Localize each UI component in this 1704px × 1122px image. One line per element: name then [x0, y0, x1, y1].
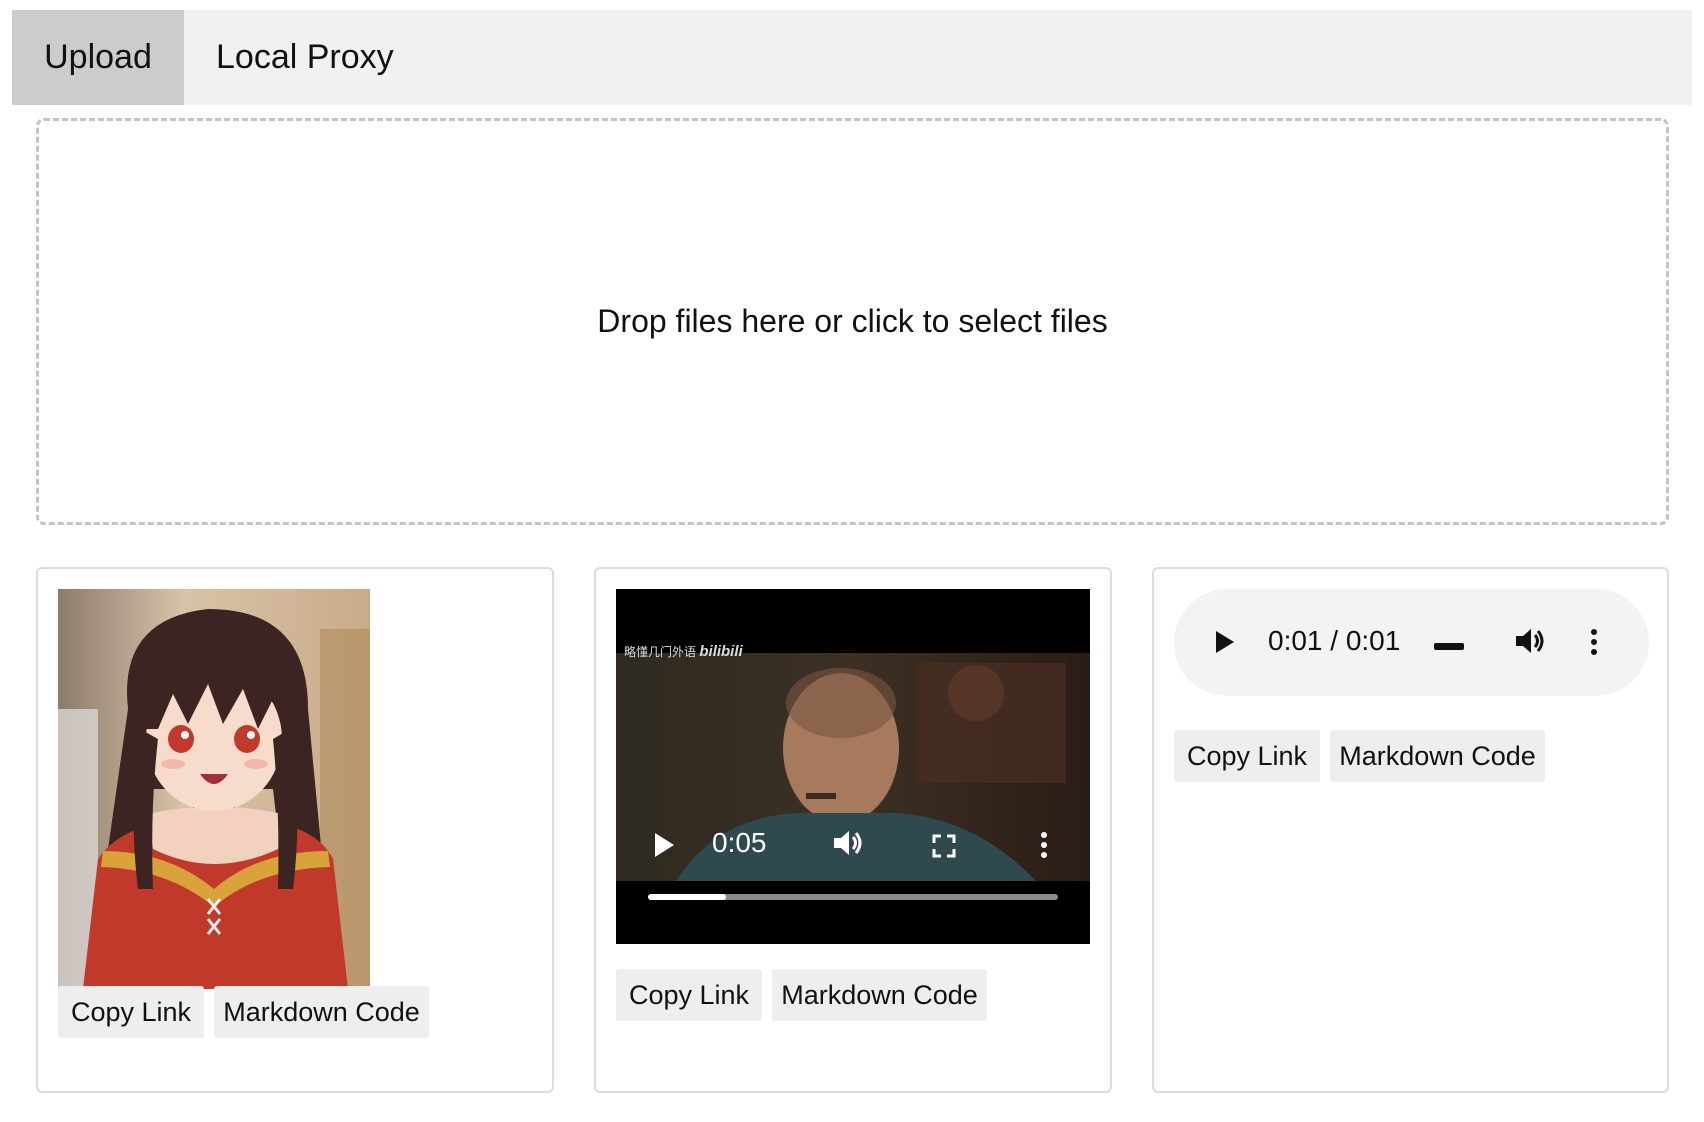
video-file-card: 略懂几门外语 bilibili 0:05 Copy Link Markdown … — [594, 567, 1112, 1093]
copy-link-button[interactable]: Copy Link — [1174, 730, 1320, 782]
copy-link-button[interactable]: Copy Link — [58, 986, 204, 1038]
file-dropzone[interactable]: Drop files here or click to select files — [36, 118, 1669, 525]
video-progress-bar[interactable] — [648, 894, 1058, 900]
audio-player[interactable]: 0:01 / 0:01 — [1174, 589, 1649, 696]
tab-local-proxy[interactable]: Local Proxy — [184, 10, 414, 105]
play-icon[interactable] — [1214, 629, 1236, 660]
play-icon[interactable] — [652, 831, 676, 866]
minus-icon[interactable] — [1434, 638, 1464, 656]
video-progress-fill — [648, 894, 726, 900]
markdown-code-button[interactable]: Markdown Code — [772, 969, 987, 1021]
markdown-code-button[interactable]: Markdown Code — [1330, 730, 1545, 782]
dropzone-text: Drop files here or click to select files — [597, 303, 1108, 339]
video-player[interactable]: 略懂几门外语 bilibili 0:05 — [616, 589, 1090, 944]
video-time: 0:05 — [712, 827, 767, 858]
tab-bar: Upload Local Proxy — [12, 10, 1692, 105]
anime-girl-image — [58, 589, 370, 989]
image-file-card: Copy Link Markdown Code — [36, 567, 554, 1093]
copy-link-button[interactable]: Copy Link — [616, 969, 762, 1021]
video-watermark: 略懂几门外语 bilibili — [624, 643, 743, 660]
volume-icon[interactable] — [1514, 626, 1548, 661]
volume-icon[interactable] — [832, 828, 866, 865]
more-vert-icon[interactable] — [1040, 831, 1048, 866]
markdown-code-button[interactable]: Markdown Code — [214, 986, 429, 1038]
fullscreen-icon[interactable] — [932, 833, 956, 865]
more-vert-icon[interactable] — [1590, 628, 1598, 661]
audio-time: 0:01 / 0:01 — [1268, 625, 1401, 656]
audio-file-card: 0:01 / 0:01 Copy Link Markdown Code — [1152, 567, 1669, 1093]
tab-upload[interactable]: Upload — [12, 10, 184, 105]
image-preview[interactable] — [58, 589, 370, 989]
